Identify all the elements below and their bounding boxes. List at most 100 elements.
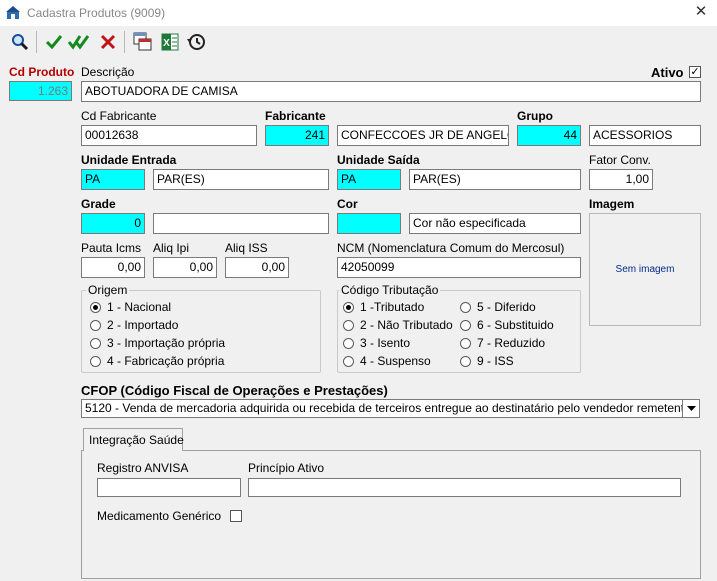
excel-export-button[interactable]: X bbox=[158, 30, 182, 54]
origem-option-label: 4 - Fabricação própria bbox=[107, 354, 225, 368]
unidade-entrada-label: Unidade Entrada bbox=[81, 153, 177, 167]
medicamento-generico-checkbox[interactable] bbox=[230, 510, 242, 522]
descricao-field[interactable]: ABOTUADORA DE CAMISA bbox=[81, 81, 701, 102]
fabricante-name-field[interactable]: CONFECCOES JR DE ANGELO LTDA bbox=[337, 125, 509, 146]
radio-icon bbox=[343, 301, 354, 313]
origem-option-4[interactable]: 4 - Fabricação própria bbox=[90, 354, 224, 368]
radio-icon bbox=[460, 337, 471, 349]
origem-option-label: 1 - Nacional bbox=[107, 300, 172, 314]
cd-fabricante-label: Cd Fabricante bbox=[81, 109, 157, 123]
tributacao-option-label: 5 - Diferido bbox=[477, 300, 536, 314]
history-button[interactable] bbox=[184, 30, 208, 54]
product-image-box[interactable]: Sem imagem bbox=[589, 213, 701, 326]
aliq-ipi-label: Aliq Ipi bbox=[153, 241, 190, 255]
tributacao-option-4[interactable]: 4 - Suspenso bbox=[343, 354, 431, 368]
copy-window-icon bbox=[133, 32, 152, 51]
tributacao-option-label: 3 - Isento bbox=[360, 336, 411, 350]
tributacao-option-3[interactable]: 3 - Isento bbox=[343, 336, 410, 350]
title-bar: Cadastra Produtos (9009) ✕ bbox=[0, 0, 717, 27]
close-button[interactable]: ✕ bbox=[692, 3, 710, 21]
tributacao-option-label: 9 - ISS bbox=[477, 354, 514, 368]
radio-icon bbox=[343, 355, 354, 367]
pauta-icms-field[interactable]: 0,00 bbox=[81, 257, 145, 278]
tributacao-option-7[interactable]: 7 - Reduzido bbox=[460, 336, 545, 350]
tributacao-option-label: 7 - Reduzido bbox=[477, 336, 546, 350]
tributacao-option-5[interactable]: 5 - Diferido bbox=[460, 300, 536, 314]
cfop-select[interactable]: 5120 - Venda de mercadoria adquirida ou … bbox=[81, 399, 700, 418]
unidade-entrada-code-field[interactable]: PA bbox=[81, 169, 145, 190]
radio-icon bbox=[343, 337, 354, 349]
aliq-iss-label: Aliq ISS bbox=[225, 241, 268, 255]
descricao-label: Descrição bbox=[81, 65, 135, 79]
tributacao-option-2[interactable]: 2 - Não Tributado bbox=[343, 318, 453, 332]
tributacao-option-6[interactable]: 6 - Substituido bbox=[460, 318, 554, 332]
history-icon bbox=[187, 34, 205, 50]
grade-name-field[interactable] bbox=[153, 213, 329, 234]
unidade-entrada-name-field[interactable]: PAR(ES) bbox=[153, 169, 329, 190]
search-button[interactable] bbox=[8, 30, 32, 54]
window-title: Cadastra Produtos (9009) bbox=[27, 6, 166, 20]
radio-icon bbox=[460, 319, 471, 331]
imagem-placeholder-text: Sem imagem bbox=[615, 264, 675, 275]
cd-fabricante-field[interactable]: 00012638 bbox=[81, 125, 257, 146]
origem-option-2[interactable]: 2 - Importado bbox=[90, 318, 178, 332]
registro-anvisa-label: Registro ANVISA bbox=[97, 461, 189, 475]
fator-conv-label: Fator Conv. bbox=[589, 153, 651, 167]
aliq-iss-field[interactable]: 0,00 bbox=[225, 257, 289, 278]
cfop-dropdown-button[interactable] bbox=[682, 400, 699, 417]
grade-code-field[interactable]: 0 bbox=[81, 213, 145, 234]
confirm-all-button[interactable] bbox=[67, 30, 91, 54]
origem-option-1[interactable]: 1 - Nacional bbox=[90, 300, 171, 314]
radio-icon bbox=[460, 355, 471, 367]
tributacao-option-label: 4 - Suspenso bbox=[360, 354, 431, 368]
fabricante-code-field[interactable]: 241 bbox=[265, 125, 329, 146]
tributacao-option-1[interactable]: 1 -Tributado bbox=[343, 300, 424, 314]
tab-integracao-saude[interactable]: Integração Saúde bbox=[83, 428, 184, 451]
origem-option-label: 3 - Importação própria bbox=[107, 336, 226, 350]
cor-code-field[interactable] bbox=[337, 213, 401, 234]
principio-ativo-field[interactable] bbox=[248, 478, 681, 497]
origem-title: Origem bbox=[86, 283, 130, 297]
search-icon bbox=[12, 34, 29, 51]
ativo-checkbox[interactable]: ✓ bbox=[689, 66, 701, 78]
toolbar-separator bbox=[124, 31, 125, 53]
principio-ativo-label: Princípio Ativo bbox=[248, 461, 325, 475]
confirm-icon bbox=[45, 35, 63, 50]
ncm-label: NCM (Nomenclatura Comum do Mercosul) bbox=[337, 241, 565, 255]
unidade-saida-label: Unidade Saída bbox=[337, 153, 420, 167]
origem-option-3[interactable]: 3 - Importação própria bbox=[90, 336, 225, 350]
copy-window-button[interactable] bbox=[131, 30, 155, 54]
tab-label: Integração Saúde bbox=[89, 433, 184, 447]
radio-icon bbox=[343, 319, 354, 331]
cor-name-field[interactable]: Cor não especificada bbox=[409, 213, 581, 234]
codigo-tributacao-title: Código Tributação bbox=[339, 283, 441, 297]
toolbar-separator bbox=[36, 31, 37, 53]
chevron-down-icon bbox=[686, 405, 696, 411]
radio-icon bbox=[90, 319, 101, 331]
radio-icon bbox=[90, 301, 101, 313]
grupo-name-field[interactable]: ACESSORIOS bbox=[589, 125, 701, 146]
unidade-saida-name-field[interactable]: PAR(ES) bbox=[409, 169, 581, 190]
fator-conv-field[interactable]: 1,00 bbox=[589, 169, 653, 190]
cor-label: Cor bbox=[337, 197, 358, 211]
registro-anvisa-field[interactable] bbox=[97, 478, 241, 497]
radio-icon bbox=[90, 337, 101, 349]
grupo-label: Grupo bbox=[517, 109, 553, 123]
unidade-saida-code-field[interactable]: PA bbox=[337, 169, 401, 190]
cfop-selected-value: 5120 - Venda de mercadoria adquirida ou … bbox=[85, 401, 700, 415]
tributacao-option-9[interactable]: 9 - ISS bbox=[460, 354, 514, 368]
tributacao-option-label: 1 -Tributado bbox=[360, 300, 425, 314]
grupo-code-field[interactable]: 44 bbox=[517, 125, 581, 146]
ncm-field[interactable]: 42050099 bbox=[337, 257, 581, 278]
aliq-ipi-field[interactable]: 0,00 bbox=[153, 257, 217, 278]
cd-produto-field[interactable]: 1.263 bbox=[9, 81, 72, 101]
radio-icon bbox=[90, 355, 101, 367]
tributacao-option-label: 2 - Não Tributado bbox=[360, 318, 453, 332]
confirm-button[interactable] bbox=[42, 30, 66, 54]
ativo-label: Ativo bbox=[651, 65, 684, 80]
tributacao-option-label: 6 - Substituido bbox=[477, 318, 554, 332]
cancel-button[interactable] bbox=[96, 30, 120, 54]
svg-text:X: X bbox=[163, 38, 170, 49]
app-icon bbox=[6, 6, 20, 19]
radio-icon bbox=[460, 301, 471, 313]
